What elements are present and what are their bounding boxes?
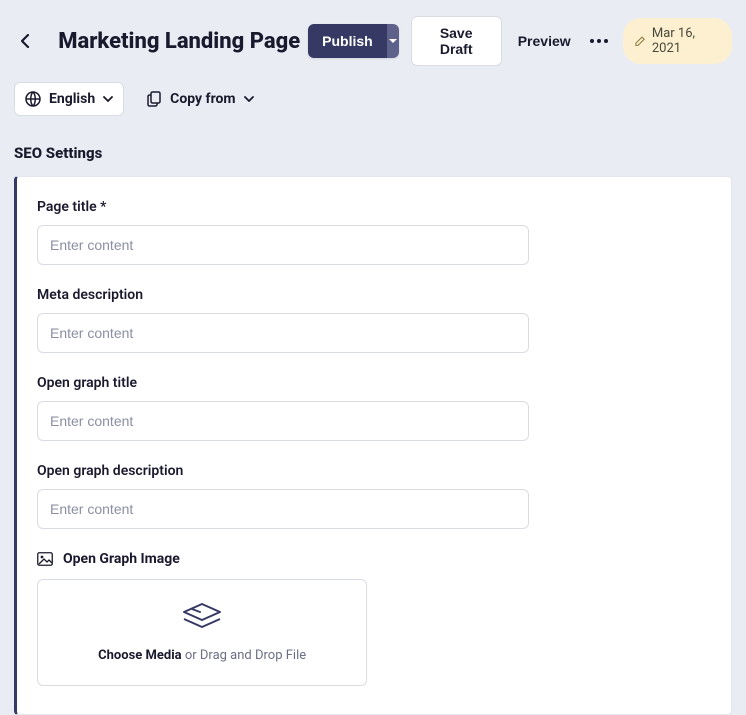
save-draft-button[interactable]: Save Draft xyxy=(411,16,502,66)
layers-icon xyxy=(180,602,224,636)
more-horizontal-icon xyxy=(590,39,608,43)
date-label: Mar 16, 2021 xyxy=(652,26,718,56)
caret-down-icon xyxy=(388,38,398,44)
chevron-left-icon xyxy=(21,34,30,48)
drop-file-label: or Drag and Drop File xyxy=(182,648,307,663)
seo-panel: Page title * Meta description Open graph… xyxy=(14,176,732,715)
field-og-title: Open graph title xyxy=(37,375,711,441)
copy-from-label: Copy from xyxy=(170,91,235,107)
publish-combo: Publish xyxy=(308,24,398,58)
og-title-label: Open graph title xyxy=(37,375,711,391)
og-image-dropzone[interactable]: Choose Media or Drag and Drop File xyxy=(37,579,367,686)
header: Marketing Landing Page Publish Save Draf… xyxy=(0,0,746,82)
pencil-icon xyxy=(635,35,645,47)
og-title-input[interactable] xyxy=(37,401,529,441)
preview-button[interactable]: Preview xyxy=(514,25,575,57)
page-title: Marketing Landing Page xyxy=(58,29,300,54)
section-title: SEO Settings xyxy=(0,130,746,176)
header-actions: Publish Save Draft Preview Mar 16, 2021 xyxy=(308,16,732,66)
copy-from-button[interactable]: Copy from xyxy=(136,83,263,115)
copy-icon xyxy=(146,91,162,107)
language-label: English xyxy=(49,91,95,107)
field-og-image: Open Graph Image Choose Media or Drag an… xyxy=(37,551,711,686)
globe-icon xyxy=(25,91,41,107)
publish-button[interactable]: Publish xyxy=(308,24,387,58)
page-title-input[interactable] xyxy=(37,225,529,265)
meta-description-label: Meta description xyxy=(37,287,711,303)
og-description-input[interactable] xyxy=(37,489,529,529)
og-image-label-row: Open Graph Image xyxy=(37,551,711,567)
publish-dropdown-button[interactable] xyxy=(387,24,399,58)
chevron-down-icon xyxy=(244,96,254,102)
chevron-down-icon xyxy=(103,96,113,102)
field-page-title: Page title * xyxy=(37,199,711,265)
field-meta-description: Meta description xyxy=(37,287,711,353)
choose-media-label: Choose Media xyxy=(98,648,182,663)
date-chip[interactable]: Mar 16, 2021 xyxy=(623,18,732,64)
back-button[interactable] xyxy=(14,29,36,53)
meta-description-input[interactable] xyxy=(37,313,529,353)
og-image-drop-text: Choose Media or Drag and Drop File xyxy=(98,648,306,663)
image-icon xyxy=(37,552,53,566)
og-description-label: Open graph description xyxy=(37,463,711,479)
subbar: English Copy from xyxy=(0,82,746,130)
og-image-label: Open Graph Image xyxy=(63,551,180,567)
more-menu-button[interactable] xyxy=(587,27,612,55)
page-title-label: Page title * xyxy=(37,199,711,215)
language-selector[interactable]: English xyxy=(14,82,124,116)
field-og-description: Open graph description xyxy=(37,463,711,529)
